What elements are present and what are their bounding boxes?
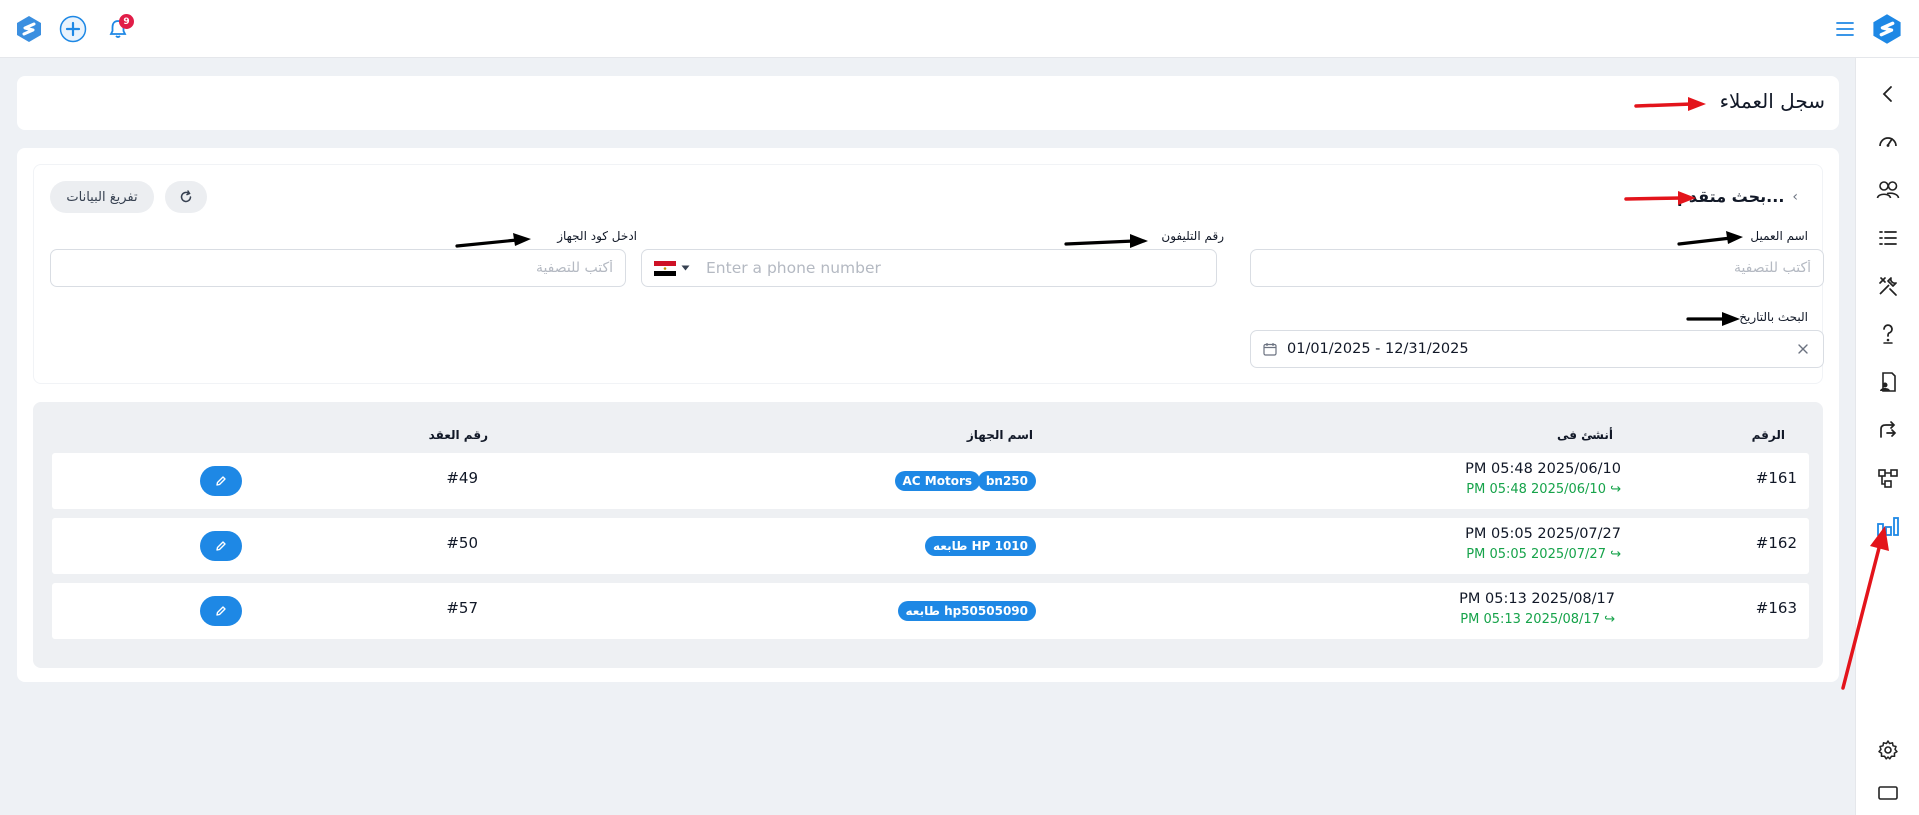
list-icon[interactable] [1870, 220, 1906, 256]
advanced-search-panel: بحث متقدم... ‹ تفريغ البيانات اسم العميل… [33, 164, 1824, 384]
device-tag: طابعه HP 1010 [925, 536, 1036, 556]
bell-icon[interactable]: 9 [100, 11, 136, 47]
device-code-field [50, 249, 626, 287]
customer-name-field [1250, 249, 1824, 287]
chevron-left-icon: ‹ [1792, 188, 1798, 205]
record-number: #161 [1755, 469, 1797, 487]
phone-field [641, 249, 1217, 287]
customer-name-input[interactable] [1251, 250, 1823, 286]
contract-number: #57 [446, 599, 478, 617]
tools-icon[interactable] [1870, 268, 1906, 304]
sidebar [1855, 58, 1919, 815]
created-date: PM 05:05 2025/07/27 [1465, 526, 1621, 542]
egypt-flag-icon [654, 260, 676, 276]
calendar-icon [1263, 343, 1277, 356]
device-tag: طابعه hp50505090 [897, 601, 1036, 621]
header-number: الرقم [1751, 428, 1785, 442]
edit-button[interactable] [200, 531, 242, 561]
transfer-icon[interactable] [1870, 412, 1906, 448]
close-icon[interactable] [1797, 343, 1809, 355]
contract-number: #49 [446, 469, 478, 487]
edit-button[interactable] [200, 466, 242, 496]
customer-name-label: اسم العميل [1750, 229, 1808, 243]
chart-bar-icon[interactable] [1870, 508, 1906, 544]
table-row: #163 PM 05:13 2025/08/17 PM 05:13 2025/0… [52, 583, 1809, 639]
pencil-icon [216, 541, 226, 551]
refresh-button[interactable] [165, 181, 207, 213]
page-title: سجل العملاء [1719, 89, 1825, 113]
updated-date: PM 05:48 2025/06/10 ↪ [1466, 482, 1621, 497]
chevron-left-icon[interactable] [1870, 76, 1906, 112]
top-bar: 9 [0, 0, 1919, 58]
created-date: PM 05:13 2025/08/17 [1459, 591, 1615, 607]
date-range-field[interactable]: 01/01/2025 - 12/31/2025 [1250, 330, 1824, 368]
table-row: #162 PM 05:05 2025/07/27 PM 05:05 2025/0… [52, 518, 1809, 574]
table-row: #161 PM 05:48 2025/06/10 PM 05:48 2025/0… [52, 453, 1809, 509]
users-icon[interactable] [1870, 172, 1906, 208]
records-table: الرقم أنشئ فى اسم الجهاز رقم العقد #161 … [33, 402, 1823, 668]
logo-icon[interactable] [1869, 11, 1905, 47]
record-number: #163 [1755, 599, 1797, 617]
updated-date: PM 05:13 2025/08/17 ↪ [1460, 612, 1615, 627]
main-card: بحث متقدم... ‹ تفريغ البيانات اسم العميل… [17, 148, 1839, 682]
clear-data-button[interactable]: تفريغ البيانات [50, 181, 154, 213]
speedometer-icon[interactable] [1870, 124, 1906, 160]
notification-badge: 9 [119, 14, 134, 29]
pencil-icon [216, 606, 226, 616]
device-tag: bn250 [977, 471, 1036, 491]
settings-icon[interactable] [1870, 732, 1906, 768]
country-selector[interactable] [642, 260, 706, 276]
document-user-icon[interactable] [1870, 364, 1906, 400]
created-date: PM 05:48 2025/06/10 [1465, 461, 1621, 477]
header-created-at: أنشئ فى [1556, 428, 1613, 442]
window-icon[interactable] [1870, 775, 1906, 811]
menu-icon[interactable] [1827, 11, 1863, 47]
plus-icon[interactable] [55, 11, 91, 47]
device-code-label: ادخل كود الجهاز [557, 229, 637, 243]
advanced-search-toggle[interactable]: بحث متقدم... ‹ [1677, 187, 1798, 206]
caret-down-icon [681, 265, 690, 271]
help-icon[interactable] [1870, 316, 1906, 352]
date-search-label: البحث بالتاريخ [1739, 310, 1808, 324]
advanced-search-title: بحث متقدم... [1677, 187, 1785, 206]
phone-label: رقم التليفون [1161, 229, 1224, 243]
title-card: سجل العملاء [17, 76, 1839, 130]
edit-button[interactable] [200, 596, 242, 626]
phone-input[interactable] [706, 250, 1216, 286]
pencil-icon [216, 476, 226, 486]
hierarchy-icon[interactable] [1870, 460, 1906, 496]
device-code-input[interactable] [51, 250, 625, 286]
device-tag: AC Motors [894, 471, 980, 491]
date-range-value: 01/01/2025 - 12/31/2025 [1287, 341, 1469, 357]
logo-icon[interactable] [11, 11, 47, 47]
updated-date: PM 05:05 2025/07/27 ↪ [1466, 547, 1621, 562]
refresh-icon [180, 190, 192, 203]
contract-number: #50 [446, 534, 478, 552]
header-contract-number: رقم العقد [428, 428, 488, 442]
record-number: #162 [1755, 534, 1797, 552]
header-device-name: اسم الجهاز [966, 428, 1033, 442]
